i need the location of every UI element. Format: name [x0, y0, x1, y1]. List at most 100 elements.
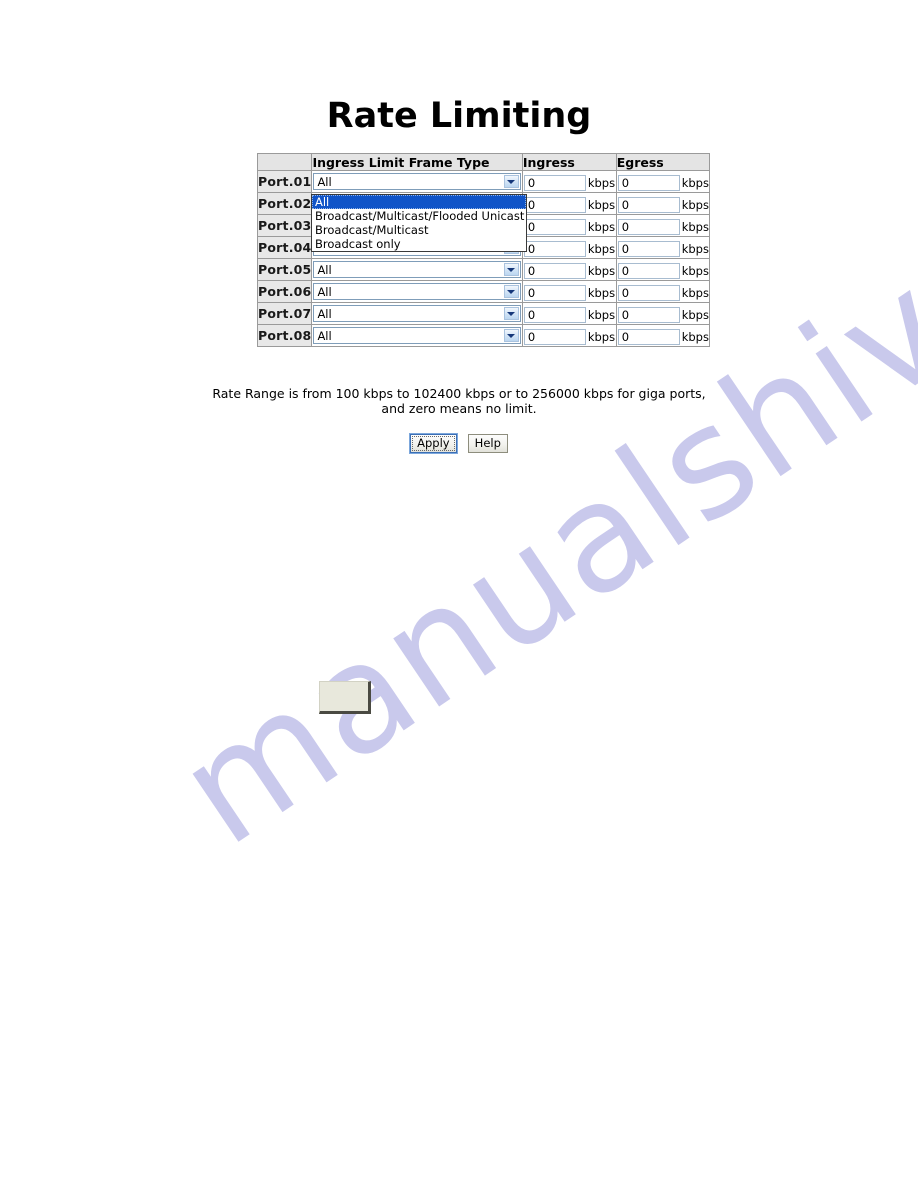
port-label-port-06: Port.06 [256, 280, 313, 303]
frame-type-select-value: All [317, 285, 332, 299]
egress-unit-label: kbps [681, 197, 709, 212]
ingress-unit-label: kbps [587, 329, 616, 344]
egress-rate-input-4[interactable]: 0 [617, 240, 680, 257]
egress-rate-input-value: 0 [621, 241, 630, 256]
egress-rate-input-value: 0 [621, 263, 630, 278]
frame-type-dropdown-list[interactable]: All Broadcast/Multicast/Flooded Unicast Br… [311, 194, 527, 252]
ingress-rate-input-value: 0 [527, 263, 536, 278]
ingress-rate-input-value: 0 [527, 329, 536, 344]
frame-type-select-6[interactable]: All [313, 283, 521, 300]
table-row: Port.08 All 0 kbps 0 kbps [256, 324, 711, 347]
help-button[interactable]: Help [467, 434, 508, 453]
ingress-rate-input-4[interactable]: 0 [523, 240, 586, 257]
port-label-port-03: Port.03 [256, 214, 313, 237]
chevron-down-icon[interactable] [503, 285, 519, 298]
rate-range-note-line-1: Rate Range is from 100 kbps to 102400 kb… [212, 386, 706, 401]
column-header-ingress: Ingress [521, 153, 617, 171]
ingress-cell: 0 kbps [521, 324, 617, 347]
ingress-rate-input-5[interactable]: 0 [523, 262, 586, 279]
table-header-row: Ingress Limit Frame Type Ingress Egress [256, 153, 711, 171]
chevron-down-icon[interactable] [503, 175, 519, 188]
ingress-cell: 0 kbps [521, 214, 617, 237]
ingress-unit-label: kbps [587, 197, 616, 212]
port-label-port-04: Port.04 [256, 236, 313, 259]
egress-unit-label: kbps [681, 219, 709, 234]
button-row: Apply Help [0, 432, 918, 453]
chevron-down-icon[interactable] [503, 329, 519, 342]
port-label-port-01: Port.01 [256, 170, 313, 193]
egress-cell: 0 kbps [615, 258, 711, 281]
dropdown-option[interactable]: Broadcast only [312, 237, 526, 251]
ingress-rate-input-7[interactable]: 0 [523, 306, 586, 323]
ingress-rate-input-3[interactable]: 0 [523, 218, 586, 235]
apply-button[interactable]: Apply [410, 434, 457, 453]
ingress-cell: 0 kbps [521, 280, 617, 303]
dropdown-option[interactable]: Broadcast/Multicast/Flooded Unicast [312, 209, 526, 223]
egress-rate-input-8[interactable]: 0 [617, 328, 680, 345]
frame-type-cell: All [311, 302, 523, 325]
frame-type-cell: All [311, 280, 523, 303]
egress-cell: 0 kbps [615, 192, 711, 215]
frame-type-select-7[interactable]: All [313, 305, 521, 322]
egress-rate-input-value: 0 [621, 175, 630, 190]
egress-rate-input-5[interactable]: 0 [617, 262, 680, 279]
ingress-unit-label: kbps [587, 285, 616, 300]
ingress-rate-input-8[interactable]: 0 [523, 328, 586, 345]
port-label-port-08: Port.08 [256, 324, 313, 347]
chevron-down-icon[interactable] [503, 263, 519, 276]
egress-rate-input-value: 0 [621, 329, 630, 344]
port-label-port-02: Port.02 [256, 192, 313, 215]
port-label-port-07: Port.07 [256, 302, 313, 325]
broken-image-placeholder [319, 681, 371, 714]
egress-unit-label: kbps [681, 263, 709, 278]
table-row: Port.06 All 0 kbps 0 kbps [256, 280, 711, 303]
ingress-cell: 0 kbps [521, 170, 617, 193]
egress-unit-label: kbps [681, 307, 709, 322]
dropdown-option[interactable]: Broadcast/Multicast [312, 223, 526, 237]
ingress-rate-input-value: 0 [527, 285, 536, 300]
table-row: Port.01 All 0 kbps 0 kbps [256, 170, 711, 193]
chevron-down-glyph [507, 311, 516, 316]
ingress-unit-label: kbps [587, 219, 616, 234]
ingress-rate-input-2[interactable]: 0 [523, 196, 586, 213]
table-row: Port.07 All 0 kbps 0 kbps [256, 302, 711, 325]
ingress-unit-label: kbps [587, 241, 616, 256]
chevron-down-glyph [507, 289, 516, 294]
ingress-rate-input-6[interactable]: 0 [523, 284, 586, 301]
frame-type-cell: All [311, 324, 523, 347]
frame-type-cell: All [311, 170, 523, 193]
egress-rate-input-3[interactable]: 0 [617, 218, 680, 235]
chevron-down-glyph [507, 267, 516, 272]
egress-unit-label: kbps [681, 241, 709, 256]
frame-type-select-5[interactable]: All [313, 261, 521, 278]
ingress-rate-input-value: 0 [527, 197, 536, 212]
egress-unit-label: kbps [681, 329, 709, 344]
rate-range-note-line-2: and zero means no limit. [381, 401, 537, 416]
egress-rate-input-6[interactable]: 0 [617, 284, 680, 301]
column-header-egress: Egress [615, 153, 711, 171]
rate-range-note: Rate Range is from 100 kbps to 102400 kb… [0, 386, 918, 416]
ingress-cell: 0 kbps [521, 302, 617, 325]
ingress-cell: 0 kbps [521, 192, 617, 215]
frame-type-select-8[interactable]: All [313, 327, 521, 344]
egress-rate-input-value: 0 [621, 285, 630, 300]
port-label-port-05: Port.05 [256, 258, 313, 281]
egress-rate-input-value: 0 [621, 197, 630, 212]
ingress-rate-input-value: 0 [527, 219, 536, 234]
egress-rate-input-7[interactable]: 0 [617, 306, 680, 323]
egress-rate-input-value: 0 [621, 219, 630, 234]
ingress-unit-label: kbps [587, 263, 616, 278]
egress-rate-input-1[interactable]: 0 [617, 174, 680, 191]
ingress-rate-input-1[interactable]: 0 [523, 174, 586, 191]
egress-rate-input-2[interactable]: 0 [617, 196, 680, 213]
dropdown-option[interactable]: All [312, 195, 526, 209]
frame-type-select-1[interactable]: All [313, 173, 521, 190]
table-header: Ingress Limit Frame Type Ingress Egress [256, 153, 711, 171]
ingress-rate-input-value: 0 [527, 241, 536, 256]
egress-cell: 0 kbps [615, 302, 711, 325]
column-header-port [256, 153, 313, 171]
egress-cell: 0 kbps [615, 324, 711, 347]
frame-type-select-value: All [317, 263, 332, 277]
chevron-down-icon[interactable] [503, 307, 519, 320]
ingress-rate-input-value: 0 [527, 307, 536, 322]
